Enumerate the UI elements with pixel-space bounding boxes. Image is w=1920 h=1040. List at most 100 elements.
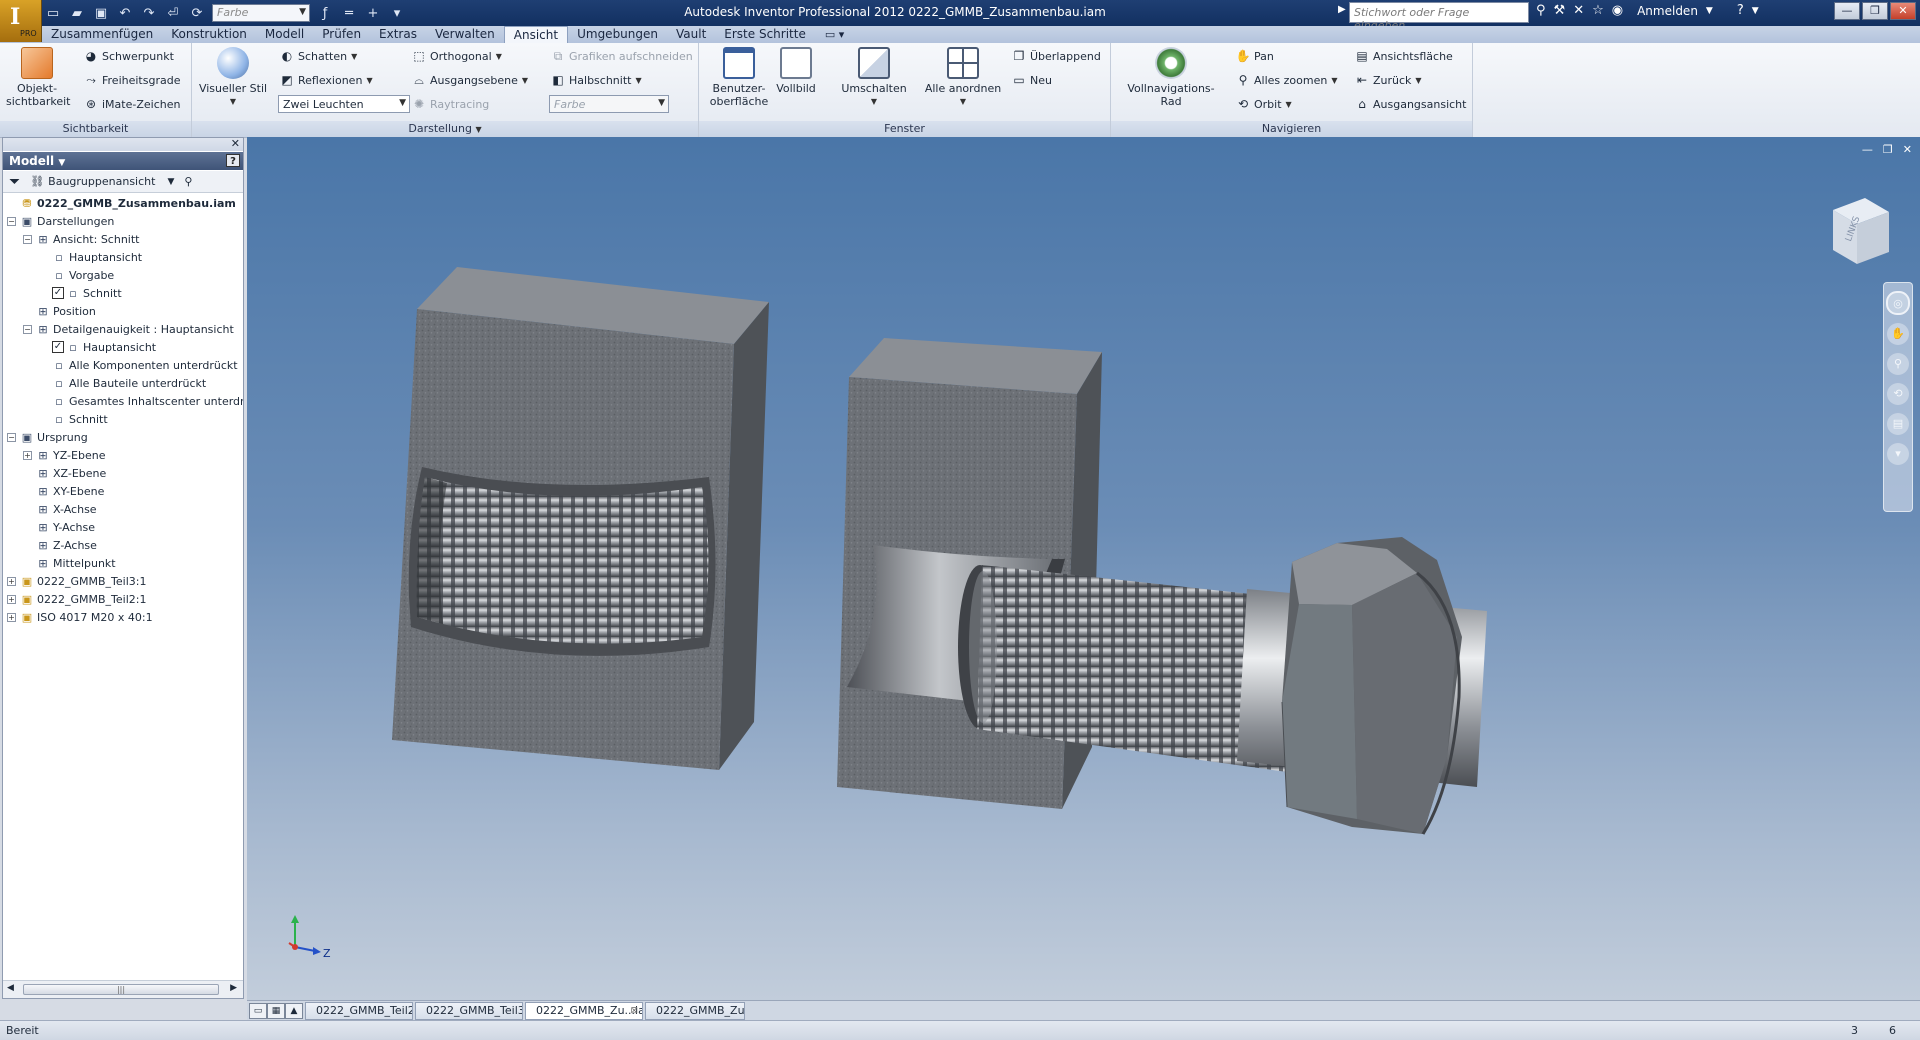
update-icon[interactable]: ⟳ xyxy=(188,4,206,22)
open-folder-icon[interactable]: ▰ xyxy=(68,4,86,22)
orbit-icon[interactable]: ⟲ xyxy=(1887,383,1909,405)
half-section-button[interactable]: ◧ Halbschnitt ▼ xyxy=(551,73,641,87)
tree-node[interactable]: ⊞ Z-Achse xyxy=(23,536,97,554)
tab-modell[interactable]: Modell xyxy=(256,26,313,43)
tree-node[interactable]: ▫ Alle Komponenten unterdrückt xyxy=(39,356,237,374)
visual-style-button[interactable]: Visueller Stil ▼ xyxy=(198,47,268,108)
chevron-down-icon[interactable]: ▼ xyxy=(1706,6,1713,16)
pan-button[interactable]: ✋ Pan xyxy=(1236,49,1274,63)
tab-erste-schritte[interactable]: Erste Schritte xyxy=(715,26,815,43)
close-icon[interactable]: ✕ xyxy=(231,137,240,150)
tree-node[interactable]: ✓ ▫ Schnitt xyxy=(39,284,122,302)
tree-node[interactable]: − ⊞ Detailgenauigkeit : Hauptansicht xyxy=(23,320,234,338)
save-icon[interactable]: ▣ xyxy=(92,4,110,22)
look-at-icon[interactable]: ▤ xyxy=(1887,413,1909,435)
subscription-icon[interactable]: ✕ xyxy=(1573,3,1584,18)
document-tab[interactable]: 0222_GMMB_Zusa... xyxy=(645,1002,745,1020)
tree-node[interactable]: ✓ ▫ Hauptansicht xyxy=(39,338,156,356)
expand-icon[interactable]: + xyxy=(23,450,32,460)
help-icon[interactable]: ? xyxy=(1737,3,1744,18)
tree-node[interactable]: − ⊞ Ansicht: Schnitt xyxy=(23,230,139,248)
tree-node[interactable]: + ▣ 0222_GMMB_Teil2:1 xyxy=(7,590,146,608)
tools-icon[interactable]: ⚒ xyxy=(1554,3,1566,18)
browser-header[interactable]: Modell ▼ ? xyxy=(3,152,243,170)
formula-icon[interactable]: ƒ xyxy=(316,4,334,22)
zoom-all-button[interactable]: ⚲ Alles zoomen ▼ xyxy=(1236,73,1338,87)
document-tab[interactable]: 0222_GMMB_Teil3.ipt xyxy=(415,1002,523,1020)
tree-node[interactable]: − ▣ Ursprung xyxy=(7,428,88,446)
cascade-button[interactable]: ❐ Überlappend xyxy=(1012,49,1101,63)
horizontal-scrollbar[interactable]: ◀ ||| ▶ xyxy=(3,980,243,998)
customize-qat-icon[interactable]: ▾ xyxy=(388,4,406,22)
tab-umgebungen[interactable]: Umgebungen xyxy=(568,26,667,43)
tab-zusammenfügen[interactable]: Zusammenfügen xyxy=(42,26,162,43)
restore-button[interactable]: ❐ xyxy=(1862,2,1888,20)
help-icon[interactable]: ? xyxy=(226,154,240,167)
panel-label-darstellung[interactable]: Darstellung ▼ xyxy=(192,121,698,137)
minimize-button[interactable]: — xyxy=(1834,2,1860,20)
user-interface-button[interactable]: Benutzer- oberfläche xyxy=(707,47,771,108)
tree-node[interactable]: ▫ Schnitt xyxy=(39,410,107,428)
previous-view-button[interactable]: ⇤ Zurück ▼ xyxy=(1355,73,1422,87)
new-file-icon[interactable]: ▭ xyxy=(44,4,62,22)
tile-grid-icon[interactable]: ▦ xyxy=(267,1003,285,1019)
chevron-down-icon[interactable]: ▼ xyxy=(1752,6,1759,16)
tree-node[interactable]: − ▣ Darstellungen xyxy=(7,212,114,230)
expand-icon[interactable]: + xyxy=(7,594,16,604)
tree-node[interactable]: ⊞ Y-Achse xyxy=(23,518,95,536)
full-screen-button[interactable]: Vollbild xyxy=(771,47,821,95)
assembly-view-dropdown[interactable]: ⛓ Baugruppenansicht ▼ xyxy=(30,175,174,188)
tree-node[interactable]: ⛃ 0222_GMMB_Zusammenbau.iam xyxy=(7,194,236,212)
tree-node[interactable]: ⊞ Position xyxy=(23,302,95,320)
favorites-star-icon[interactable]: ☆ xyxy=(1592,3,1604,18)
tree-node[interactable]: ⊞ Mittelpunkt xyxy=(23,554,115,572)
color-override-combo[interactable]: Farbe ▼ xyxy=(212,4,310,22)
tab-prüfen[interactable]: Prüfen xyxy=(313,26,370,43)
look-at-button[interactable]: ▤ Ansichtsfläche xyxy=(1355,49,1452,63)
switch-window-button[interactable]: Umschalten ▼ xyxy=(834,47,914,108)
help-search-input[interactable]: Stichwort oder Frage eingeben xyxy=(1349,2,1529,32)
tree-node[interactable]: ▫ Gesamtes Inhaltscenter unterdrü xyxy=(39,392,243,410)
threaded-block-part[interactable] xyxy=(392,267,769,770)
select-icon[interactable]: + xyxy=(364,4,382,22)
object-visibility-button[interactable]: Objekt- sichtbarkeit xyxy=(6,47,70,108)
document-tab[interactable]: 0222_GMMB_Teil2.ipt xyxy=(305,1002,413,1020)
center-of-gravity-button[interactable]: ◕ Schwerpunkt xyxy=(84,49,174,63)
tree-node[interactable]: ▫ Vorgabe xyxy=(39,266,114,284)
pan-hand-icon[interactable]: ✋ xyxy=(1887,323,1909,345)
scroll-thumb[interactable]: ||| xyxy=(23,984,219,995)
tree-node[interactable]: + ▣ 0222_GMMB_Teil3:1 xyxy=(7,572,146,590)
tree-node[interactable]: ⊞ XZ-Ebene xyxy=(23,464,106,482)
orthographic-button[interactable]: ⬚ Orthogonal ▼ xyxy=(412,49,502,63)
degrees-of-freedom-button[interactable]: ⤳ Freiheitsgrade xyxy=(84,73,180,87)
return-icon[interactable]: ⏎ xyxy=(164,4,182,22)
collapse-icon[interactable]: − xyxy=(23,234,32,244)
redo-icon[interactable]: ↷ xyxy=(140,4,158,22)
collapse-icon[interactable]: − xyxy=(23,324,32,334)
reflections-button[interactable]: ◩ Reflexionen ▼ xyxy=(280,73,372,87)
tile-horizontal-icon[interactable]: ▭ xyxy=(249,1003,267,1019)
measure-icon[interactable]: ═ xyxy=(340,4,358,22)
viewcube[interactable]: LINKS xyxy=(1825,192,1905,272)
raytracing-button[interactable]: ✺ Raytracing xyxy=(412,97,489,111)
tree-node[interactable]: ⊞ XY-Ebene xyxy=(23,482,104,500)
browser-grip[interactable]: ✕ xyxy=(3,137,243,151)
new-window-button[interactable]: ▭ Neu xyxy=(1012,73,1052,87)
shadows-button[interactable]: ◐ Schatten ▼ xyxy=(280,49,358,63)
steering-wheel-icon[interactable]: ◎ xyxy=(1886,291,1910,315)
scroll-left-icon[interactable]: ◀ xyxy=(7,983,14,993)
tab-menu-icon[interactable]: ▲ xyxy=(285,1003,303,1019)
lighting-style-combo[interactable]: Zwei Leuchten ▼ xyxy=(278,95,410,113)
sign-in-link[interactable]: Anmelden xyxy=(1637,4,1698,18)
arrange-all-button[interactable]: Alle anordnen ▼ xyxy=(921,47,1005,108)
slice-graphics-button[interactable]: ⧉ Grafiken aufschneiden xyxy=(551,49,693,63)
tree-node[interactable]: + ⊞ YZ-Ebene xyxy=(23,446,105,464)
collapse-icon[interactable]: − xyxy=(7,432,16,442)
tab-extras[interactable]: Extras xyxy=(370,26,426,43)
document-tab[interactable]: 0222_GMMB_Zu...iam⊠ xyxy=(525,1002,643,1020)
zoom-icon[interactable]: ⚲ xyxy=(1887,353,1909,375)
collapse-icon[interactable]: − xyxy=(7,216,16,226)
binoculars-icon[interactable]: ⚲ xyxy=(1536,3,1546,18)
tab-konstruktion[interactable]: Konstruktion xyxy=(162,26,256,43)
tab-ansicht[interactable]: Ansicht xyxy=(503,26,569,43)
